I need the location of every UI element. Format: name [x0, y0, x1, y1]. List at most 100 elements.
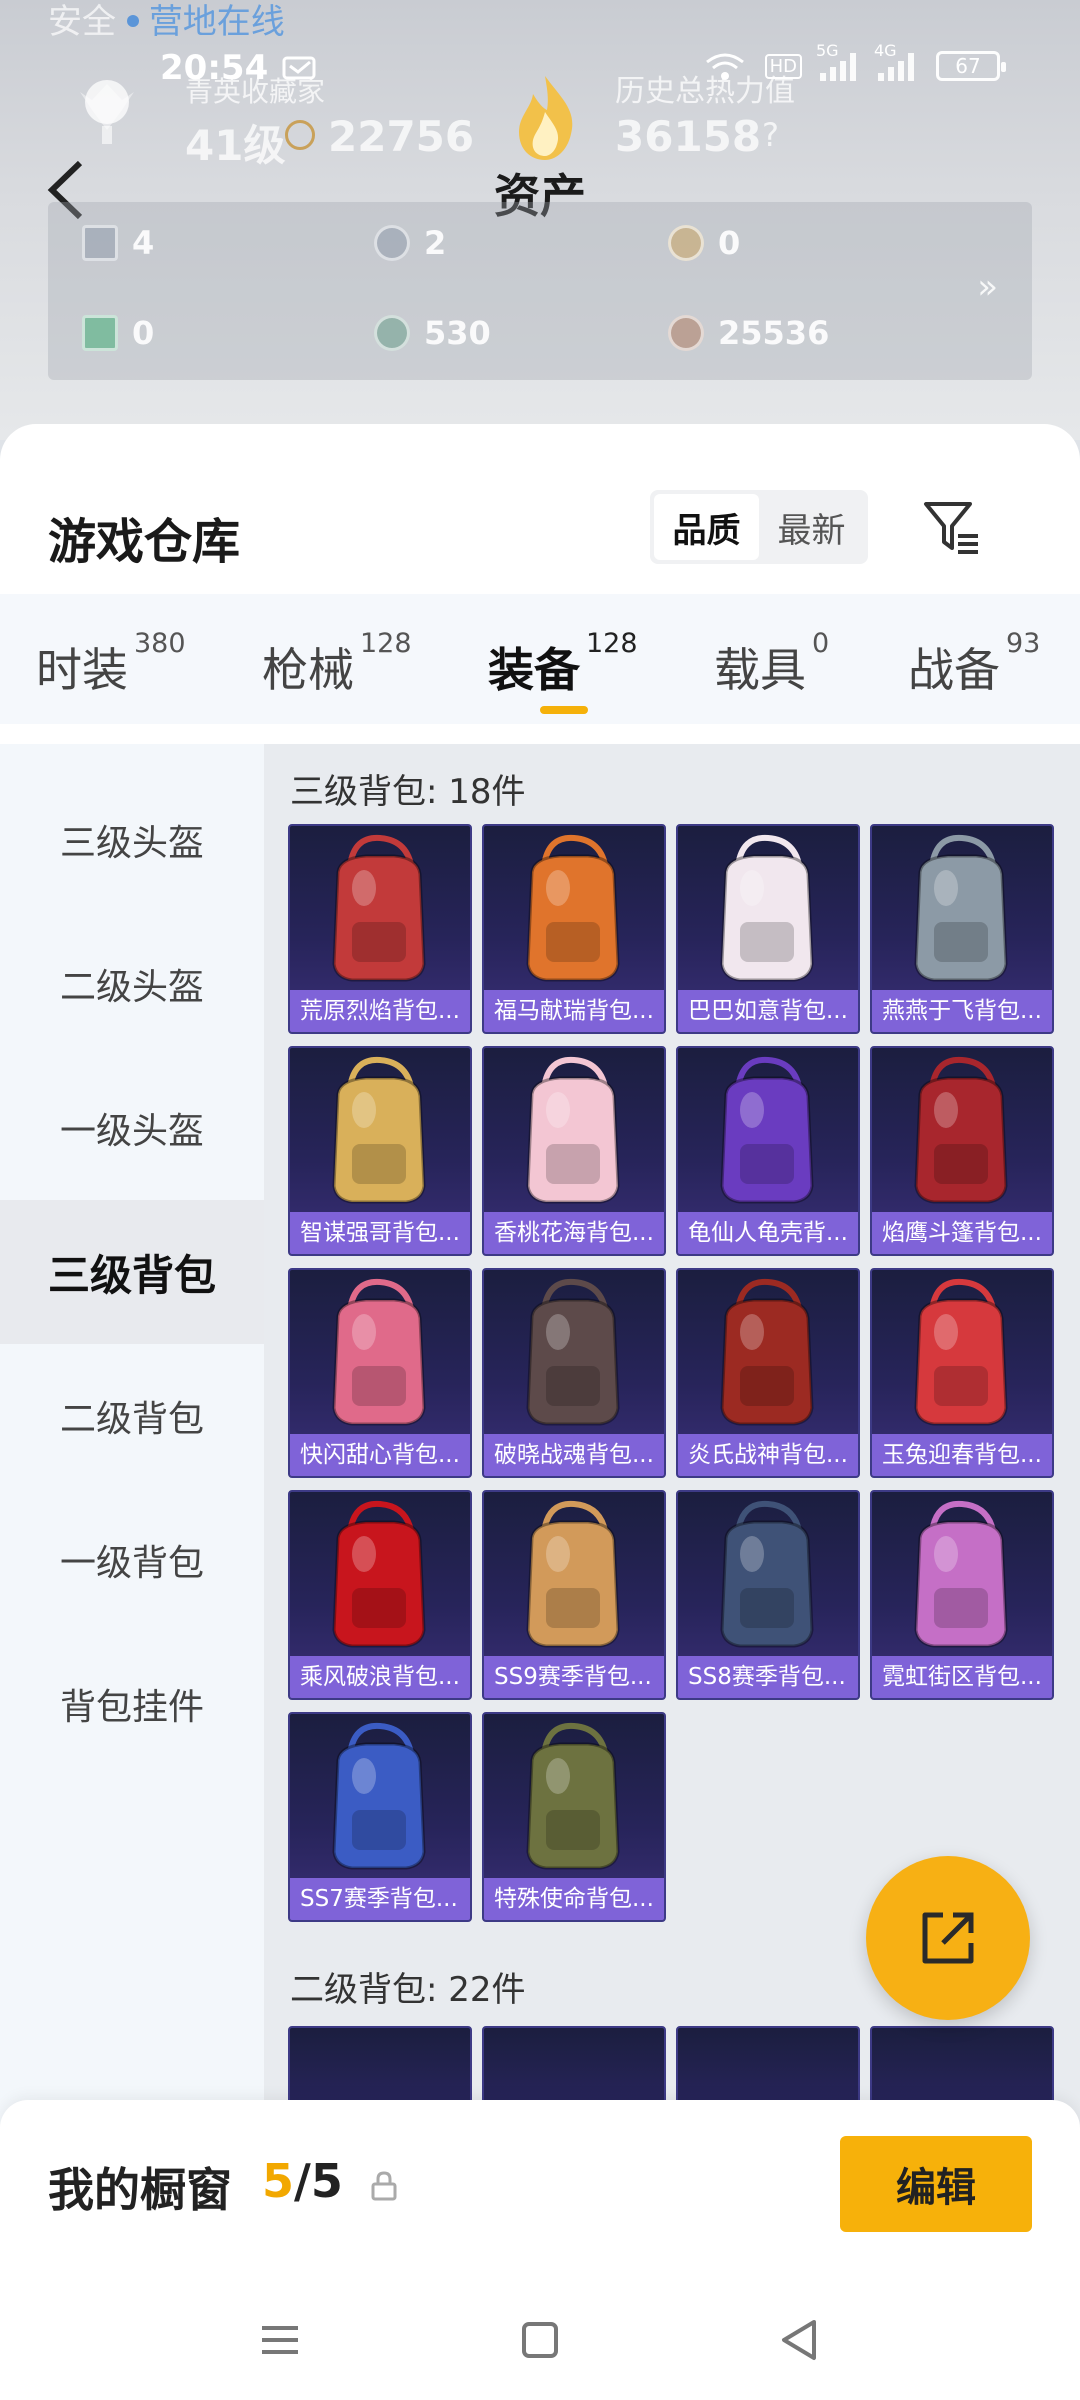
- item-name: 霓虹街区背包...: [872, 1656, 1052, 1698]
- backpack-image: [720, 1500, 814, 1648]
- sort-toggle: 品质 最新: [650, 490, 868, 564]
- backpack-image: [332, 834, 426, 982]
- backpack-image: [720, 1056, 814, 1204]
- backpack-item-card[interactable]: 破晓战魂背包...: [482, 1268, 666, 1478]
- backpack-item-card[interactable]: 龟仙人龟壳背...: [676, 1046, 860, 1256]
- tab-equipment[interactable]: 装备 128: [488, 628, 638, 700]
- backpack-image: [332, 1056, 426, 1204]
- status-icons: HD 5G 4G 67: [703, 41, 1006, 82]
- asset-card-3: 0: [668, 224, 740, 262]
- sidebar-item-backpack-charm[interactable]: 背包挂件: [0, 1632, 264, 1776]
- tab-combat-gear[interactable]: 战备 93: [908, 628, 1040, 700]
- label-4g: 4G: [874, 41, 897, 60]
- tab-fashion[interactable]: 时装 380: [36, 628, 186, 700]
- item-name: 福马献瑞背包...: [484, 990, 664, 1032]
- item-name: 荒原烈焰背包...: [290, 990, 470, 1032]
- backpack-image: [914, 1500, 1008, 1648]
- item-name: SS9赛季背包...: [484, 1656, 664, 1698]
- bronze-coin-icon: [668, 315, 704, 351]
- tab-count: 93: [1006, 628, 1041, 659]
- backpack-item-card[interactable]: 快闪甜心背包...: [288, 1268, 472, 1478]
- section-title-backpack-lv2: 二级背包: 22件: [290, 1970, 526, 2010]
- my-showcase-bar: 我的橱窗 5/5 编辑: [0, 2100, 1080, 2280]
- backpack-item-card[interactable]: SS9赛季背包...: [482, 1490, 666, 1700]
- sort-quality-button[interactable]: 品质: [654, 494, 759, 560]
- backpack-item-card[interactable]: 乘风破浪背包...: [288, 1490, 472, 1700]
- hero-header: 安全 营地在线 青英收藏家 41级 22756 历史总热力值 36158 ? 2…: [0, 0, 1080, 440]
- tab-count: 128: [586, 628, 638, 659]
- sidebar-item-helmet-lv3[interactable]: 三级头盔: [0, 768, 264, 912]
- collection-score: 22756: [328, 112, 475, 161]
- tab-count: 380: [134, 628, 186, 659]
- wifi-icon: [705, 53, 744, 80]
- item-name: 香桃花海背包...: [484, 1212, 664, 1254]
- jade-coin-icon: [374, 315, 410, 351]
- tab-firearms[interactable]: 枪械 128: [262, 628, 412, 700]
- backpack-item-card[interactable]: 玉兔迎春背包...: [870, 1268, 1054, 1478]
- menu-icon[interactable]: [250, 2310, 310, 2370]
- help-mark[interactable]: ?: [762, 116, 779, 154]
- item-name: 特殊使命背包...: [484, 1878, 664, 1920]
- item-name: SS8赛季背包...: [678, 1656, 858, 1698]
- backpack-image: [720, 834, 814, 982]
- tab-vehicles[interactable]: 载具 0: [714, 628, 829, 700]
- backpack-item-card[interactable]: 福马献瑞背包...: [482, 824, 666, 1034]
- backpack-item-card[interactable]: 特殊使命背包...: [482, 1712, 666, 1922]
- back-icon[interactable]: [770, 2310, 830, 2370]
- asset-panel[interactable]: 4 2 0 0 530 25536 »: [48, 202, 1032, 380]
- online-dot: [126, 15, 139, 27]
- tab-count: 128: [360, 628, 412, 659]
- share-export-icon: [922, 1912, 974, 1964]
- backpack-item-card[interactable]: 焰鹰斗篷背包...: [870, 1046, 1054, 1256]
- sidebar-item-backpack-lv2[interactable]: 二级背包: [0, 1344, 264, 1488]
- score-coin-icon: [285, 120, 315, 150]
- warehouse-title: 游戏仓库: [48, 514, 241, 570]
- active-tab-indicator: [540, 706, 588, 714]
- share-export-button[interactable]: [866, 1856, 1030, 2020]
- green-card-icon: [82, 315, 118, 351]
- notification-icon: [282, 56, 316, 80]
- backpack-item-card[interactable]: 香桃花海背包...: [482, 1046, 666, 1256]
- backpack-image: [332, 1278, 426, 1426]
- asset-card-4: 0: [82, 314, 154, 352]
- item-name: 炎氏战神背包...: [678, 1434, 858, 1476]
- backpack-item-card[interactable]: SS8赛季背包...: [676, 1490, 860, 1700]
- signal-4g-icon: 4G: [874, 41, 918, 81]
- sort-latest-button[interactable]: 最新: [759, 494, 864, 560]
- card-icon: [82, 225, 118, 261]
- edit-button[interactable]: 编辑: [840, 2136, 1032, 2232]
- backpack-item-card[interactable]: 燕燕于飞背包...: [870, 824, 1054, 1034]
- asset-value: 0: [132, 314, 155, 352]
- item-name: 玉兔迎春背包...: [872, 1434, 1052, 1476]
- backpack-image: [332, 1500, 426, 1648]
- sidebar-item-helmet-lv2[interactable]: 二级头盔: [0, 912, 264, 1056]
- backpack-image: [526, 1500, 620, 1648]
- asset-card-1: 4: [82, 224, 154, 262]
- filter-icon[interactable]: [920, 494, 984, 558]
- backpack-image: [526, 1278, 620, 1426]
- sidebar-item-helmet-lv1[interactable]: 一级头盔: [0, 1056, 264, 1200]
- item-name: 乘风破浪背包...: [290, 1656, 470, 1698]
- tab-label: 战备: [908, 643, 1000, 697]
- warehouse-header: 游戏仓库 品质 最新: [0, 424, 1080, 594]
- backpack-item-card[interactable]: 炎氏战神背包...: [676, 1268, 860, 1478]
- backpack-item-card[interactable]: SS7赛季背包...: [288, 1712, 472, 1922]
- backpack-item-card[interactable]: 荒原烈焰背包...: [288, 824, 472, 1034]
- hd-badge: HD: [764, 53, 802, 79]
- backpack-image: [720, 1278, 814, 1426]
- item-name: 燕燕于飞背包...: [872, 990, 1052, 1032]
- online-status-label: 营地在线: [148, 2, 285, 42]
- backpack-item-card[interactable]: 霓虹街区背包...: [870, 1490, 1054, 1700]
- showcase-total: 5: [310, 2154, 343, 2208]
- backpack-image: [526, 1056, 620, 1204]
- sidebar-item-backpack-lv3[interactable]: 三级背包: [0, 1200, 264, 1344]
- online-status: 安全 营地在线: [48, 0, 285, 43]
- assets-more-icon[interactable]: »: [977, 267, 998, 307]
- home-icon[interactable]: [510, 2310, 570, 2370]
- online-name: 安全: [48, 2, 127, 42]
- backpack-item-card[interactable]: 智谋强哥背包...: [288, 1046, 472, 1256]
- sidebar-item-backpack-lv1[interactable]: 一级背包: [0, 1488, 264, 1632]
- item-name: 智谋强哥背包...: [290, 1212, 470, 1254]
- battery-indicator: 67: [936, 51, 1006, 81]
- backpack-item-card[interactable]: 巴巴如意背包...: [676, 824, 860, 1034]
